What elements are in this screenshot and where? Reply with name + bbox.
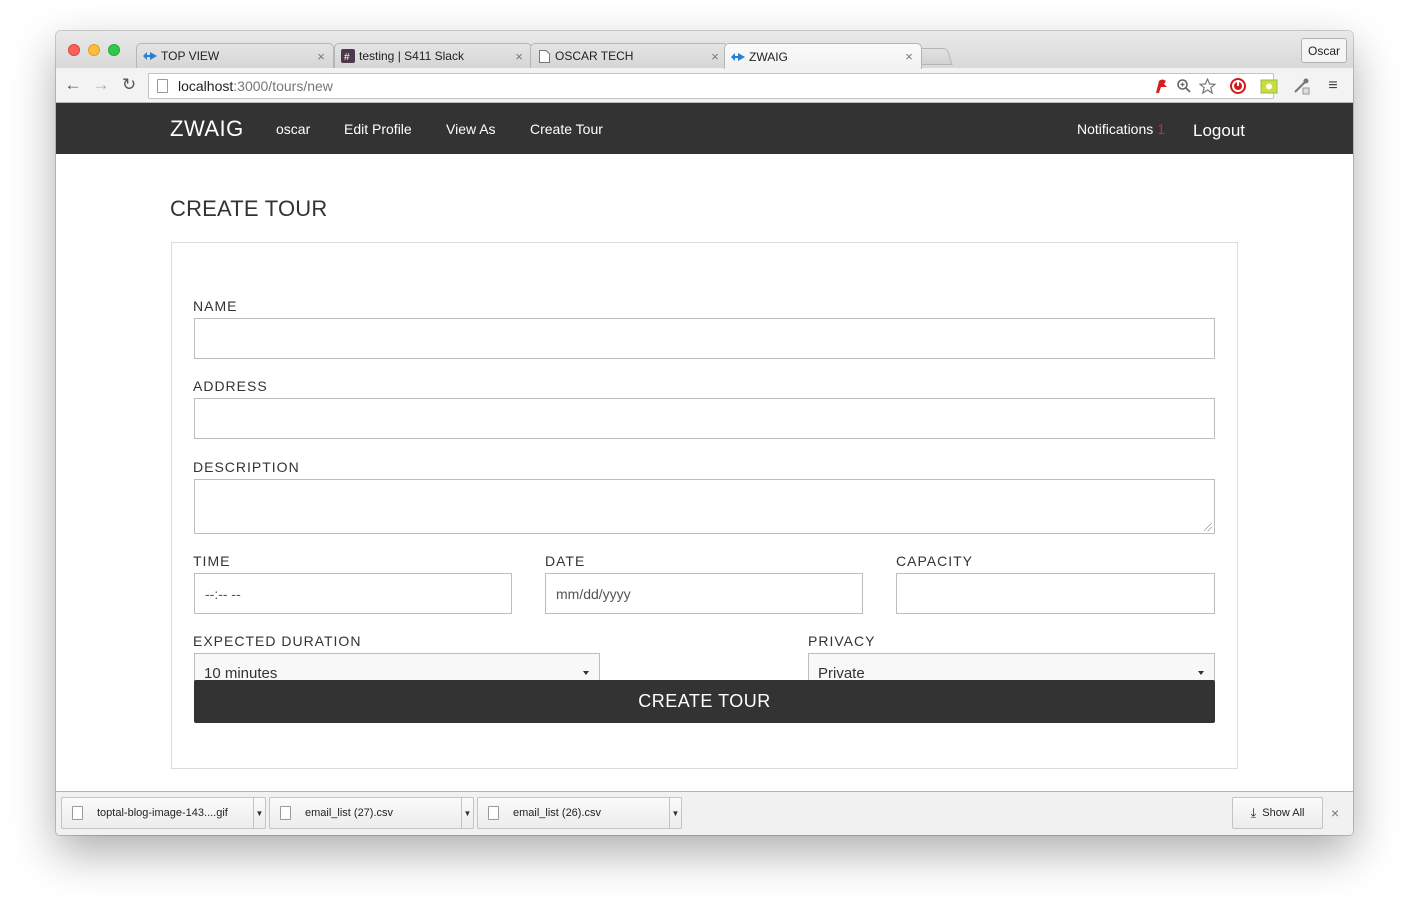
eyedropper-icon[interactable] [1292,77,1310,95]
capacity-label: CAPACITY [896,553,973,569]
zwaig-favicon-icon [731,50,745,64]
nav-link-edit-profile[interactable]: Edit Profile [344,121,412,137]
name-label: NAME [193,298,238,314]
resize-grip-icon[interactable] [1204,523,1212,531]
download-filename: toptal-blog-image-143....gif [97,807,228,819]
chevron-down-icon [1198,671,1204,675]
extension-green-icon[interactable] [1260,77,1278,95]
close-window-button[interactable] [68,44,80,56]
notifications-count: 1 [1157,121,1166,137]
site-navbar: ZWAIG oscar Edit Profile View As Create … [56,103,1353,154]
time-label: TIME [193,553,231,569]
nav-link-user[interactable]: oscar [276,121,310,137]
download-item[interactable]: toptal-blog-image-143....gif ▼ [61,797,266,829]
address-bar[interactable]: localhost:3000/tours/new [148,73,1274,99]
address-input[interactable] [194,398,1215,439]
duration-label: EXPECTED DURATION [193,633,362,649]
download-shelf: toptal-blog-image-143....gif ▼ email_lis… [56,791,1353,835]
adblock-icon[interactable] [1229,77,1247,95]
chevron-down-icon [583,671,589,675]
tab-title: TOP VIEW [161,49,220,63]
reload-icon[interactable]: ↻ [120,76,138,94]
page-icon [157,79,168,93]
url-host: localhost [178,78,234,94]
page-title: CREATE TOUR [170,196,328,221]
notifications-label: Notifications [1077,121,1154,137]
logout-link[interactable]: Logout [1193,121,1245,141]
svg-text:#: # [344,52,350,63]
gif-file-icon [72,806,83,820]
close-icon[interactable]: × [1331,805,1339,821]
browser-tab-top-view[interactable]: TOP VIEW × [136,43,334,68]
tab-close-icon[interactable]: × [313,49,329,64]
page-content: ZWAIG oscar Edit Profile View As Create … [56,103,1353,791]
csv-file-icon [280,806,291,820]
chevron-down-icon[interactable]: ▼ [253,798,265,828]
privacy-label: PRIVACY [808,633,876,649]
tab-strip: TOP VIEW × # testing | S411 Slack × OSCA… [56,31,1353,69]
url-path: :3000/tours/new [233,78,333,94]
browser-tab-oscar-tech[interactable]: OSCAR TECH × [530,43,728,68]
show-all-label: Show All [1262,807,1305,819]
description-label: DESCRIPTION [193,459,300,475]
browser-tab-zwaig[interactable]: ZWAIG × [724,43,922,69]
show-all-downloads-button[interactable]: ⤓ Show All [1232,797,1323,829]
tab-title: testing | S411 Slack [359,49,464,63]
nav-link-create-tour[interactable]: Create Tour [530,121,603,137]
back-arrow-icon[interactable]: ← [64,76,82,94]
capacity-input[interactable] [896,573,1215,614]
tab-close-icon[interactable]: × [901,49,917,64]
bookmark-star-icon[interactable] [1198,77,1216,95]
notifications-link[interactable]: Notifications 1 [1077,121,1165,137]
page-favicon-icon [537,49,551,63]
nav-link-view-as[interactable]: View As [446,121,496,137]
chevron-down-icon[interactable]: ▼ [461,798,473,828]
browser-window: TOP VIEW × # testing | S411 Slack × OSCA… [56,31,1353,835]
zwaig-favicon-icon [143,49,157,63]
minimize-window-button[interactable] [88,44,100,56]
time-input[interactable]: --:-- -- [194,573,512,614]
description-textarea[interactable] [194,479,1215,534]
download-filename: email_list (27).csv [305,807,394,819]
date-label: DATE [545,553,586,569]
csv-file-icon [488,806,499,820]
tab-close-icon[interactable]: × [707,49,723,64]
menu-icon[interactable]: ≡ [1324,77,1342,95]
download-filename: email_list (26).csv [513,807,602,819]
tab-close-icon[interactable]: × [511,49,527,64]
forward-arrow-icon[interactable]: → [92,76,110,94]
name-input[interactable] [194,318,1215,359]
download-item[interactable]: email_list (26).csv ▼ [477,797,682,829]
slack-favicon-icon: # [341,49,355,63]
zoom-window-button[interactable] [108,44,120,56]
download-item[interactable]: email_list (27).csv ▼ [269,797,474,829]
browser-tab-slack[interactable]: # testing | S411 Slack × [334,43,532,68]
chevron-down-icon[interactable]: ▼ [669,798,681,828]
address-label: ADDRESS [193,378,268,394]
create-tour-button[interactable]: CREATE TOUR [194,680,1215,723]
date-input[interactable]: mm/dd/yyyy [545,573,863,614]
tab-title: OSCAR TECH [555,49,634,63]
tab-title: ZWAIG [749,49,788,64]
extension-red-icon[interactable] [1152,77,1170,95]
zoom-icon[interactable] [1175,77,1193,95]
brand-logo[interactable]: ZWAIG [170,116,244,142]
browser-toolbar: ← → ↻ localhost:3000/tours/new ≡ [56,68,1353,103]
download-icon: ⤓ [1250,805,1257,820]
profile-button[interactable]: Oscar [1300,38,1347,63]
